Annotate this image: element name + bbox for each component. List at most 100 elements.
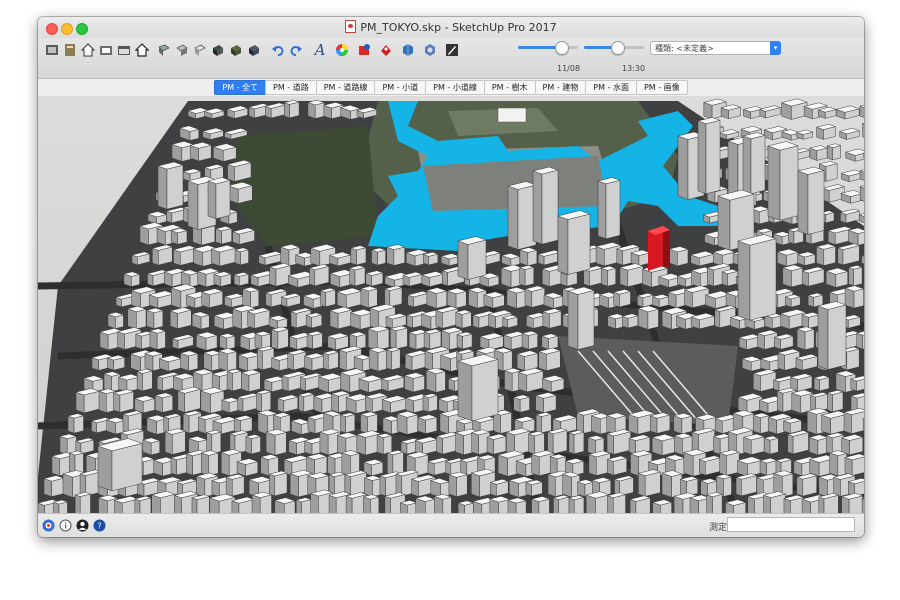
color-wheel-icon[interactable] bbox=[334, 42, 350, 58]
building bbox=[385, 347, 402, 371]
building bbox=[489, 479, 510, 497]
measurement-input[interactable] bbox=[727, 517, 855, 532]
building-face bbox=[201, 452, 210, 476]
tab-images[interactable]: PM - 画像 bbox=[635, 80, 688, 95]
building bbox=[612, 289, 632, 308]
building bbox=[826, 389, 844, 413]
help-icon[interactable]: ? bbox=[93, 519, 106, 532]
building bbox=[319, 428, 341, 456]
building-face bbox=[227, 163, 235, 182]
section-icon[interactable] bbox=[246, 42, 262, 58]
shadow-date-slider[interactable] bbox=[518, 41, 578, 55]
building bbox=[227, 181, 254, 204]
building bbox=[705, 492, 723, 513]
inspector-icon[interactable] bbox=[444, 42, 460, 58]
building bbox=[164, 428, 187, 455]
building bbox=[781, 264, 804, 288]
building bbox=[483, 291, 506, 309]
building-face bbox=[310, 493, 319, 513]
building bbox=[507, 181, 537, 250]
tab-roads[interactable]: PM - 道路 bbox=[265, 80, 317, 95]
tab-trees[interactable]: PM - 樹木 bbox=[483, 80, 536, 95]
tab-road-lines[interactable]: PM - 道路線 bbox=[315, 80, 376, 95]
building-face bbox=[350, 247, 357, 266]
building-face bbox=[519, 267, 526, 287]
save-icon[interactable] bbox=[98, 42, 114, 58]
component-icon[interactable] bbox=[210, 42, 226, 58]
building bbox=[752, 369, 777, 392]
building-face bbox=[791, 392, 802, 414]
building-face bbox=[368, 328, 378, 351]
style-iso-icon[interactable] bbox=[192, 42, 208, 58]
building-face bbox=[172, 430, 186, 455]
building bbox=[815, 123, 837, 140]
style-front-icon[interactable] bbox=[156, 42, 172, 58]
undo-icon[interactable] bbox=[270, 42, 286, 58]
tab-buildings[interactable]: PM - 建物 bbox=[534, 80, 587, 95]
building-face bbox=[813, 377, 820, 392]
shadow-time-slider[interactable] bbox=[584, 41, 644, 55]
tab-all[interactable]: PM - 全て bbox=[214, 80, 267, 95]
building-face bbox=[650, 415, 658, 434]
share-model-icon[interactable] bbox=[62, 42, 78, 58]
building bbox=[322, 350, 340, 371]
building bbox=[189, 141, 213, 162]
open-folder-icon[interactable] bbox=[116, 42, 132, 58]
building-face bbox=[247, 311, 255, 329]
shadow-date-knob[interactable] bbox=[555, 41, 570, 55]
building-face bbox=[518, 371, 528, 393]
materials-icon[interactable] bbox=[422, 42, 438, 58]
building-face bbox=[392, 451, 404, 476]
tab-water[interactable]: PM - 水面 bbox=[585, 80, 637, 95]
layer-icon[interactable] bbox=[228, 42, 244, 58]
user-icon[interactable] bbox=[76, 519, 89, 532]
style-top-icon[interactable] bbox=[174, 42, 190, 58]
city-model-render[interactable] bbox=[38, 96, 864, 513]
svg-text:?: ? bbox=[97, 522, 101, 531]
building-face bbox=[256, 392, 262, 413]
layout-icon[interactable] bbox=[378, 42, 394, 58]
extension-warehouse-icon[interactable] bbox=[356, 42, 372, 58]
scene-select[interactable]: 種類: <未定義> ▾ bbox=[650, 41, 781, 55]
building-face bbox=[370, 496, 380, 513]
style-builder-icon[interactable] bbox=[400, 42, 416, 58]
home-icon[interactable] bbox=[80, 42, 96, 58]
building bbox=[106, 354, 126, 371]
shadow-time-knob[interactable] bbox=[611, 41, 625, 55]
text-style-icon[interactable]: A bbox=[312, 41, 328, 59]
building bbox=[817, 493, 840, 513]
building-face bbox=[535, 414, 542, 434]
building-face bbox=[427, 395, 438, 413]
building bbox=[457, 354, 499, 422]
highlighted-red-building bbox=[648, 226, 670, 271]
building bbox=[613, 475, 635, 497]
building bbox=[208, 493, 236, 513]
geolocation-icon[interactable] bbox=[42, 519, 55, 532]
get-models-icon[interactable] bbox=[44, 42, 60, 58]
tab-path-lines[interactable]: PM - 小道線 bbox=[425, 80, 485, 95]
building-face bbox=[531, 453, 540, 477]
building bbox=[233, 272, 250, 287]
building bbox=[859, 185, 864, 202]
3d-viewport[interactable] bbox=[38, 96, 864, 513]
building-face bbox=[303, 393, 315, 413]
building-face bbox=[528, 433, 535, 455]
building-face bbox=[251, 436, 261, 455]
building-face bbox=[707, 267, 714, 287]
shadow-time-value: 13:30 bbox=[622, 64, 646, 73]
building-face bbox=[699, 459, 706, 476]
info-icon[interactable] bbox=[59, 519, 72, 532]
building-face bbox=[683, 452, 694, 477]
building bbox=[512, 394, 531, 413]
house-outline-icon[interactable] bbox=[134, 42, 150, 58]
building-face bbox=[231, 476, 245, 497]
building-face bbox=[521, 333, 529, 350]
building bbox=[414, 495, 436, 513]
tab-paths[interactable]: PM - 小道 bbox=[374, 80, 427, 95]
redo-icon[interactable] bbox=[288, 42, 304, 58]
building-face bbox=[139, 225, 149, 246]
building bbox=[154, 392, 174, 413]
scene-select-value: <未定義> bbox=[676, 44, 714, 53]
building-face bbox=[234, 249, 241, 266]
chevron-down-icon[interactable]: ▾ bbox=[770, 41, 781, 55]
